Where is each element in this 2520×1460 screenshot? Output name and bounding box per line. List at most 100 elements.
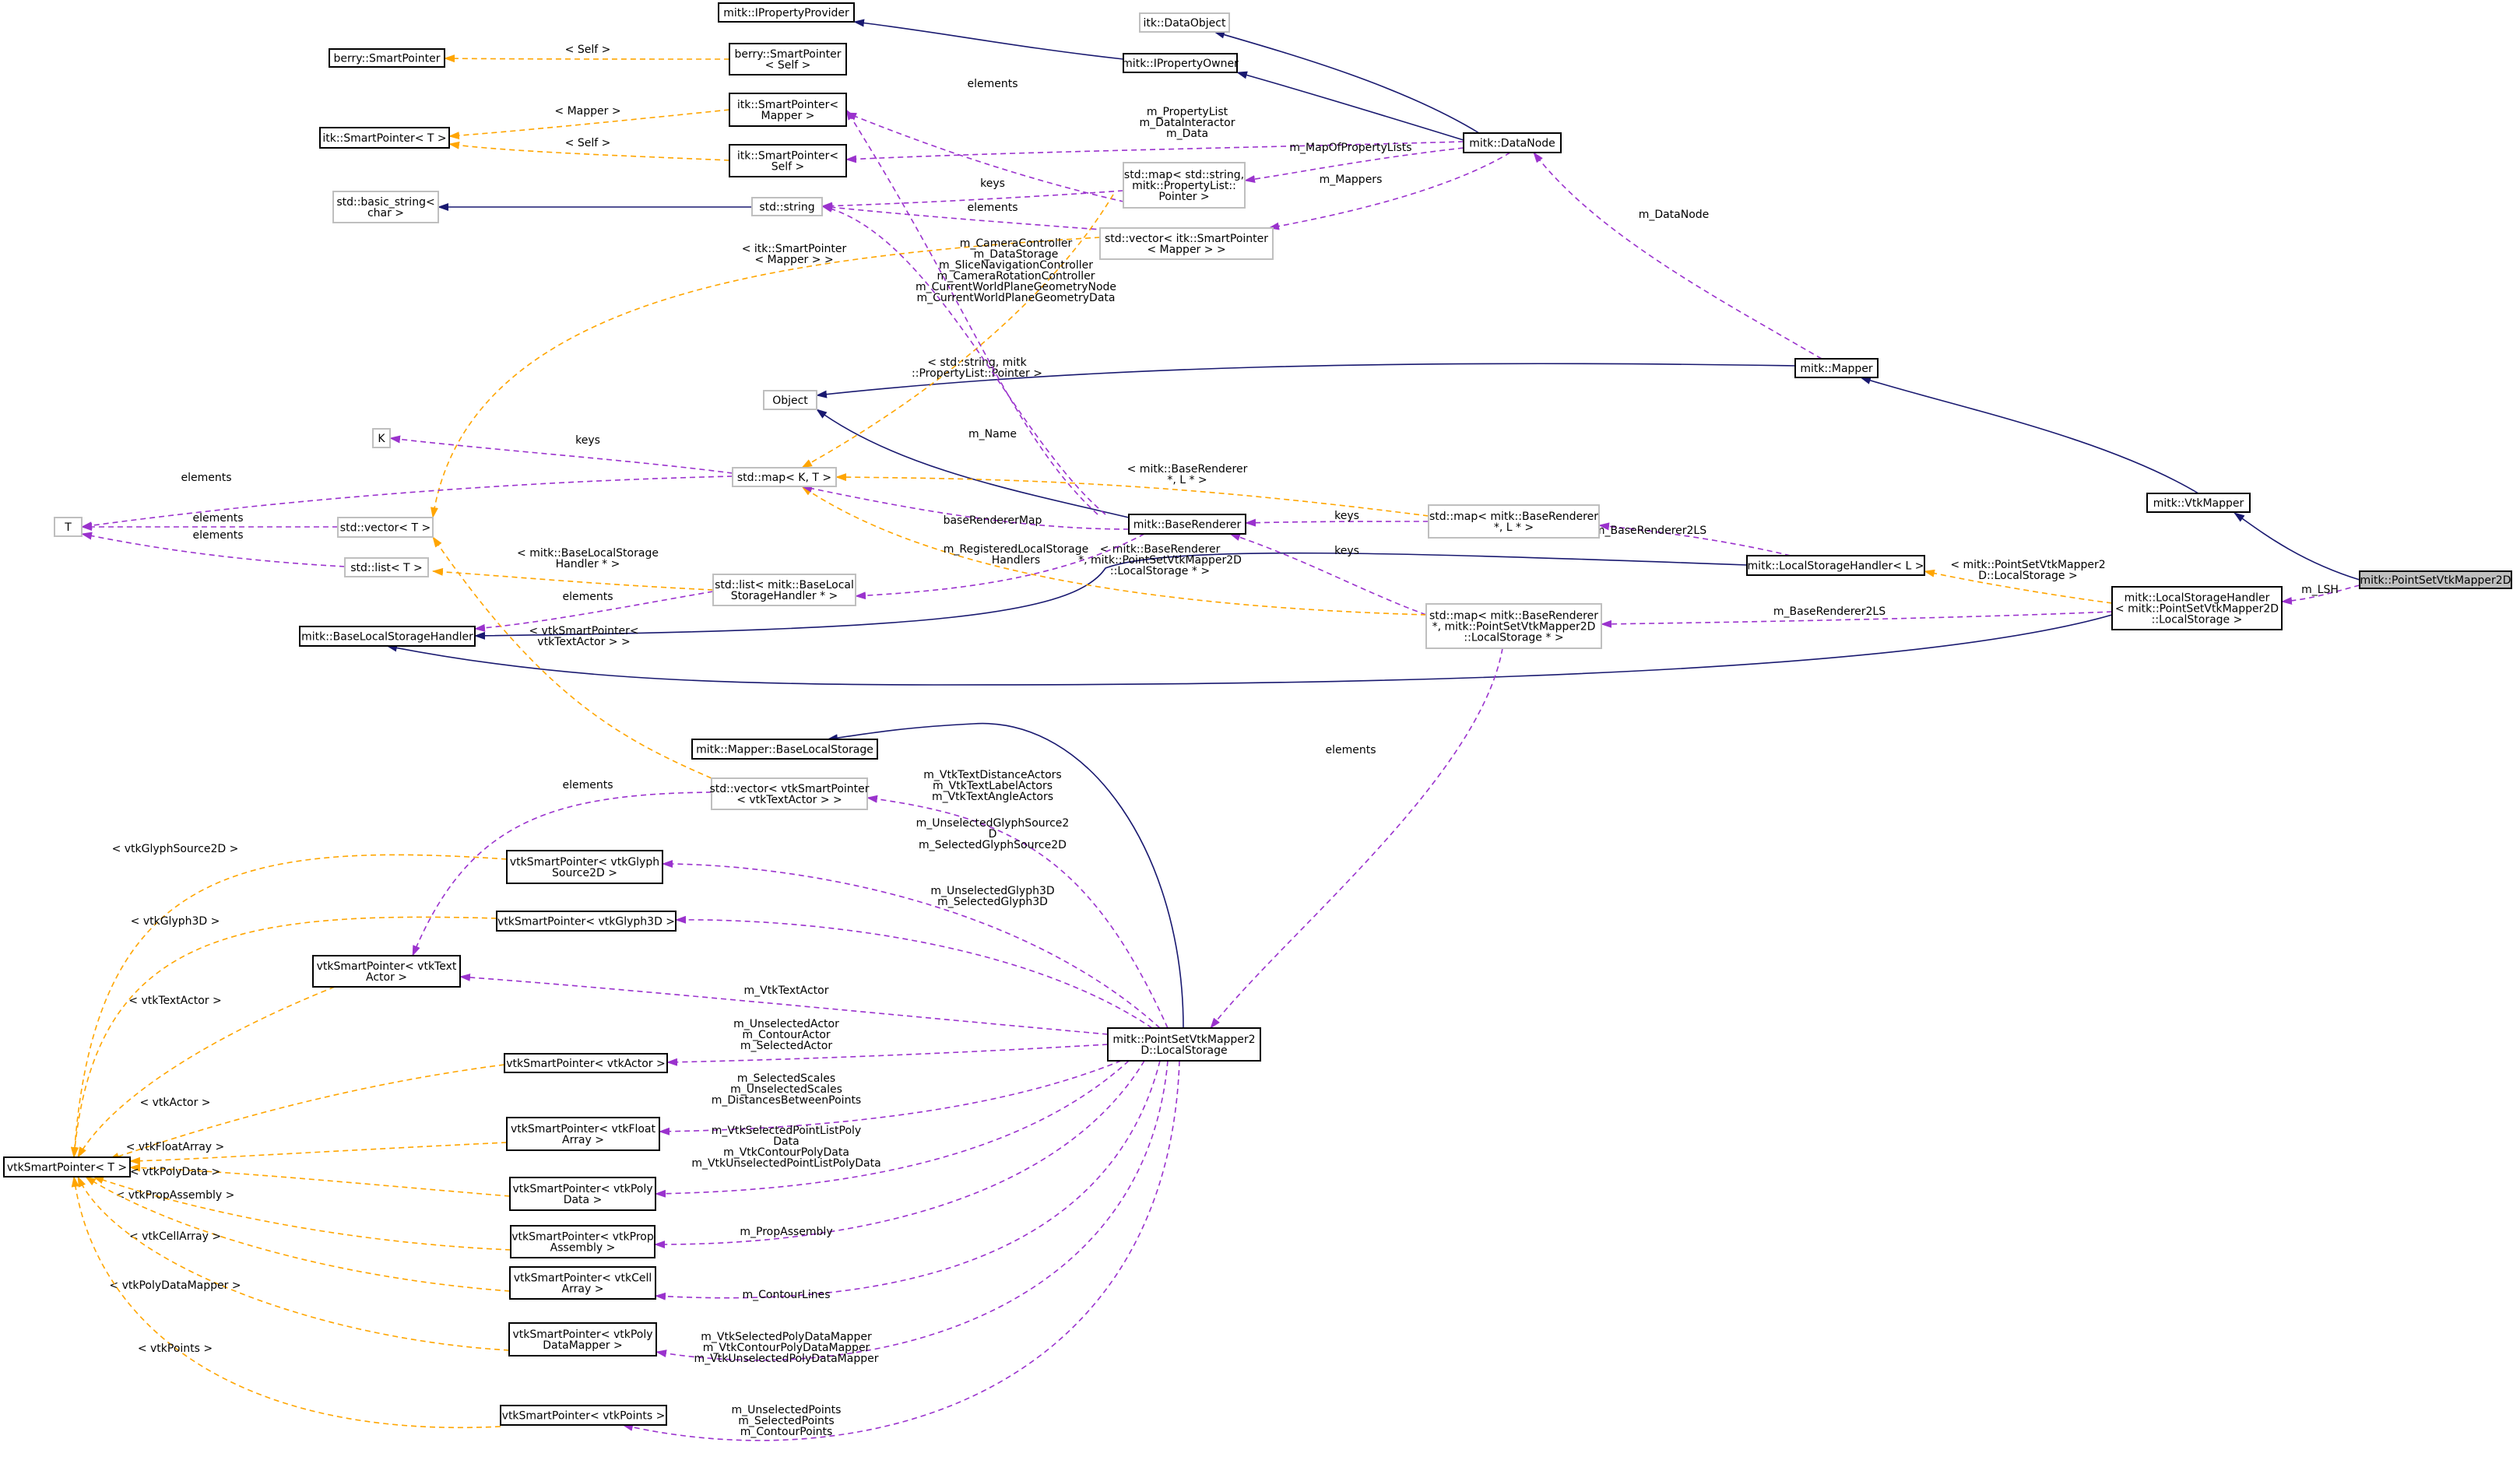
class-node-n40[interactable]: vtkSmartPointer< vtkPolyDataMapper >	[508, 1322, 657, 1356]
class-node-n23[interactable]: std::list< mitk::BaseLocalStorageHandler…	[712, 574, 856, 606]
edge-label-line: m_BaseRenderer2LS	[1773, 605, 1886, 618]
edge-usage-n43-to-n35: m_UnselectedActor m_ContourActor m_Selecte…	[666, 1018, 1109, 1066]
class-node-n3[interactable]: mitk::Mapper	[1794, 358, 1879, 378]
edge-label: elements	[967, 78, 1017, 90]
edge-label-line: keys	[1334, 545, 1359, 557]
edge-line	[432, 567, 714, 591]
class-name-line: mitk::DataNode	[1469, 138, 1555, 150]
class-node-n33[interactable]: vtkSmartPointer< vtkGlyph3D >	[496, 911, 677, 932]
class-node-n16[interactable]: std::basic_string<char >	[332, 191, 439, 223]
edge-label: < Self >	[565, 137, 611, 149]
class-node-n29[interactable]: mitk::LocalStorageHandler< mitk::PointSe…	[2111, 586, 2283, 630]
edge-label: < vtkPoints >	[138, 1342, 213, 1355]
class-node-n34[interactable]: vtkSmartPointer< vtkTextActor >	[312, 955, 461, 988]
class-name-line: Assembly >	[550, 1242, 616, 1255]
edge-label-line: elements	[1325, 744, 1376, 756]
class-node-n8[interactable]: itk::DataObject	[1139, 12, 1230, 33]
edge-label: keys	[1334, 545, 1359, 557]
edge-label: < vtkTextActor >	[128, 995, 221, 1007]
class-node-n1[interactable]: mitk::PointSetVtkMapper2D	[2359, 570, 2512, 589]
class-node-n24[interactable]: mitk::BaseLocalStorageHandler	[299, 626, 476, 647]
edge-usage-n43-to-n37: m_VtkSelectedPointListPoly Data m_VtkConto…	[655, 1060, 1130, 1198]
class-node-n41[interactable]: vtkSmartPointer< vtkPoints >	[500, 1405, 667, 1426]
edge-line	[71, 916, 497, 1158]
edge-label-line: elements	[192, 529, 243, 542]
edge-label: < vtkGlyphSource2D >	[112, 843, 239, 855]
class-name-line: vtkSmartPointer< vtkGlyph3D >	[497, 916, 675, 928]
edge-label: < vtkGlyph3D >	[131, 915, 220, 928]
edge-line	[71, 1176, 501, 1428]
class-node-n14[interactable]: std::map< std::string,mitk::PropertyList…	[1123, 162, 1246, 209]
class-node-n20[interactable]: T	[54, 517, 83, 537]
class-name-line: vtkSmartPointer< vtkPoints >	[502, 1410, 666, 1423]
class-name-line: ::LocalStorage >	[2152, 614, 2243, 626]
edge-label: elements	[967, 202, 1017, 214]
edge-label: m_Mappers	[1320, 174, 1383, 186]
class-node-n35[interactable]: vtkSmartPointer< vtkActor >	[504, 1053, 668, 1073]
class-node-n11[interactable]: itk::SmartPointer< T >	[319, 127, 450, 149]
class-node-n17[interactable]: std::string	[751, 197, 823, 216]
class-node-n6[interactable]: mitk::IPropertyOwner	[1122, 53, 1239, 73]
edge-label: < vtkPropAssembly >	[116, 1189, 235, 1202]
class-node-n28[interactable]: std::map< mitk::BaseRenderer*, mitk::Poi…	[1425, 603, 1602, 649]
class-node-n27[interactable]: mitk::LocalStorageHandler< L >	[1746, 555, 1925, 576]
class-node-n18[interactable]: K	[372, 428, 391, 448]
class-node-n2[interactable]: mitk::VtkMapper	[2146, 493, 2251, 513]
class-name-line: Pointer >	[1158, 191, 1209, 203]
class-node-n32[interactable]: vtkSmartPointer< vtkGlyphSource2D >	[506, 850, 663, 884]
edge-inheritance-n2-to-n3	[1860, 377, 2199, 494]
edge-label: elements	[1325, 744, 1376, 756]
class-node-n36[interactable]: vtkSmartPointer< vtkFloatArray >	[506, 1117, 660, 1151]
class-node-n12[interactable]: itk::SmartPointer<Mapper >	[729, 93, 847, 127]
class-node-n10[interactable]: berry::SmartPointer< Self >	[729, 43, 847, 75]
class-node-n37[interactable]: vtkSmartPointer< vtkPolyData >	[509, 1177, 656, 1211]
edge-line	[845, 109, 1098, 515]
class-node-n15[interactable]: std::vector< itk::SmartPointer< Mapper >…	[1099, 227, 1274, 260]
edge-label-line: < vtkPropAssembly >	[116, 1189, 235, 1202]
edge-inheritance-n6-to-n7	[853, 19, 1124, 60]
edge-label: m_BaseRenderer2LS	[1594, 525, 1706, 537]
edge-label: < itk::SmartPointer < Mapper > >	[742, 243, 847, 266]
edge-label: < Mapper >	[554, 105, 620, 118]
edge-line	[1268, 152, 1511, 230]
edge-label-line: m_VtkTextActor	[744, 984, 829, 997]
class-node-n13[interactable]: itk::SmartPointer<Self >	[729, 144, 847, 177]
class-node-n43[interactable]: mitk::PointSetVtkMapper2D::LocalStorage	[1107, 1027, 1261, 1062]
class-node-n19[interactable]: std::map< K, T >	[732, 467, 837, 487]
class-node-n26[interactable]: std::map< mitk::BaseRenderer*, L * >	[1428, 504, 1600, 539]
edge-line	[816, 409, 1130, 518]
edge-usage-n27-to-n26: m_BaseRenderer2LS	[1594, 522, 1791, 556]
edge-usage-n25-to-n12: m_CameraController m_DataStorage m_SliceNa…	[845, 109, 1116, 515]
class-node-n42[interactable]: vtkSmartPointer< T >	[3, 1156, 131, 1177]
edge-line	[1214, 30, 1480, 134]
class-node-n4[interactable]: Object	[763, 390, 817, 410]
edge-label: elements	[562, 591, 613, 603]
class-name-line: Object	[772, 395, 808, 407]
class-node-n9[interactable]: berry::SmartPointer	[329, 48, 445, 68]
class-node-n25[interactable]: mitk::BaseRenderer	[1128, 514, 1246, 535]
class-node-n22[interactable]: std::list< T >	[344, 557, 429, 577]
edge-label: m_VtkTextDistanceActors m_VtkTextLabelAct…	[923, 769, 1061, 803]
edge-usage-n43-to-n33: m_UnselectedGlyph3D m_SelectedGlyph3D	[675, 885, 1153, 1029]
edge-label: < vtkPolyDataMapper >	[109, 1279, 241, 1292]
class-node-n5[interactable]: mitk::DataNode	[1463, 132, 1562, 153]
class-node-n31[interactable]: std::vector< vtkSmartPointer< vtkTextAct…	[709, 777, 870, 810]
edge-usage-n5-to-n15: m_Mappers	[1268, 152, 1511, 230]
edge-label: elements	[181, 472, 231, 484]
edge-label: m_UnselectedGlyph3D m_SelectedGlyph3D	[930, 885, 1054, 908]
edge-label-line: Handler * >	[556, 558, 620, 570]
class-name-line: itk::DataObject	[1144, 17, 1226, 30]
edge-label-line: keys	[1334, 510, 1359, 522]
edge-label: < mitk::BaseRenderer *, L * >	[1127, 463, 1248, 486]
edge-usage-n26-to-n25: keys	[1245, 510, 1429, 527]
edge-label: < Self >	[565, 44, 611, 56]
class-node-n21[interactable]: std::vector< T >	[337, 517, 434, 538]
class-node-n30[interactable]: mitk::Mapper::BaseLocalStorage	[691, 739, 878, 760]
edge-usage-n3-to-n5: m_DataNode	[1533, 152, 1822, 360]
class-node-n7[interactable]: mitk::IPropertyProvider	[718, 2, 855, 23]
class-node-n39[interactable]: vtkSmartPointer< vtkCellArray >	[509, 1266, 656, 1300]
edge-label: m_LSH	[2301, 584, 2339, 596]
edge-label: m_SelectedScales m_UnselectedScales m_Dist…	[712, 1072, 861, 1107]
class-node-n38[interactable]: vtkSmartPointer< vtkPropAssembly >	[510, 1225, 655, 1258]
class-name-line: Data >	[564, 1194, 603, 1206]
